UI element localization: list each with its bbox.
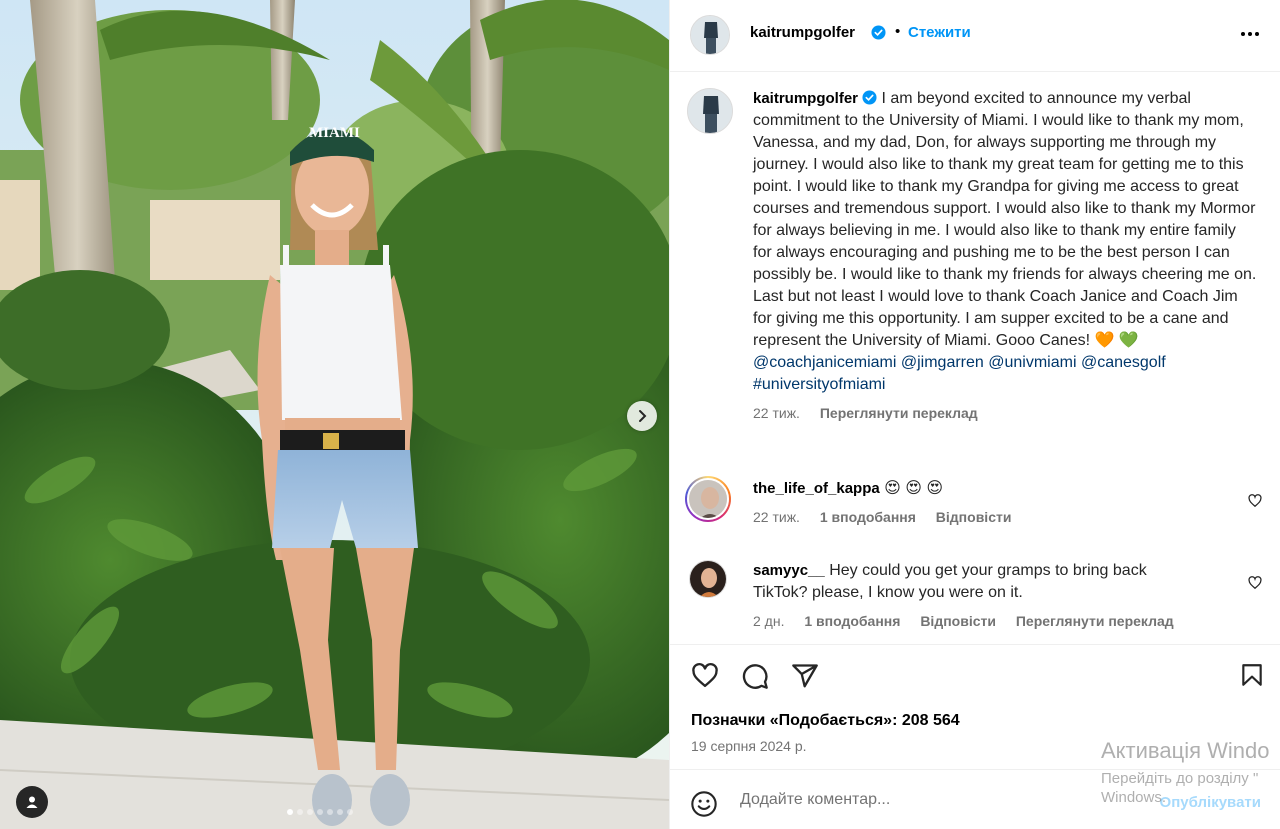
caption-username[interactable]: kaitrumpgolfer [753, 90, 858, 107]
media-dot [317, 809, 323, 815]
media-dot [347, 809, 353, 815]
mention-link[interactable]: @univmiami [988, 354, 1076, 371]
author-username[interactable]: kaitrumpgolfer [750, 24, 855, 41]
comment-bubble-icon [742, 664, 768, 689]
media-dot [307, 809, 313, 815]
caption-age[interactable]: 22 тиж. [753, 405, 800, 421]
comment-meta: 22 тиж. 1 вподобання Відповісти [753, 506, 1203, 528]
caption-author-avatar[interactable] [687, 88, 733, 134]
verified-badge-icon [871, 25, 886, 40]
media-dot [337, 809, 343, 815]
action-bar [690, 661, 820, 691]
comment-meta: 2 дн. 1 вподобання Відповісти Переглянут… [753, 610, 1203, 632]
add-comment-bar: Опублікувати [670, 769, 1280, 829]
post-comment-button[interactable]: Опублікувати [1160, 794, 1261, 811]
chevron-right-icon [639, 410, 647, 422]
comment-heart-icon[interactable] [1248, 494, 1262, 508]
share-paper-plane-icon [792, 664, 818, 688]
more-horizontal-icon[interactable] [1240, 24, 1260, 44]
avatar-photo [688, 89, 732, 133]
bookmark-icon [1242, 664, 1262, 686]
share-button[interactable] [790, 661, 820, 691]
verified-badge-icon [862, 90, 877, 105]
post-header: kaitrumpgolfer • Стежити [670, 0, 1280, 72]
reply-button[interactable]: Відповісти [920, 613, 996, 629]
tagged-users-button[interactable] [16, 786, 48, 818]
mention-link[interactable]: @canesgolf [1081, 354, 1166, 371]
heart-icon [692, 662, 718, 688]
avatar-photo [691, 16, 729, 54]
cap-logo-text: MIAMI [309, 125, 360, 141]
media-pagination-dots [287, 809, 353, 815]
see-translation-button[interactable]: Переглянути переклад [820, 405, 978, 421]
post-date[interactable]: 19 серпня 2024 р. [691, 738, 807, 754]
comment-age[interactable]: 2 дн. [753, 613, 784, 629]
see-translation-button[interactable]: Переглянути переклад [1016, 613, 1174, 629]
comment-item: the_life_of_kappa 😍 😍 😍 22 тиж. 1 вподоб… [685, 476, 1262, 528]
avatar-photo [689, 480, 727, 518]
media-dot [297, 809, 303, 815]
comment-item: samyyc__ Hey could you get your gramps t… [687, 560, 1262, 632]
post-caption: kaitrumpgolfer I am beyond excited to an… [687, 88, 1257, 424]
user-tag-icon [26, 796, 38, 808]
commenter-username[interactable]: the_life_of_kappa [753, 480, 880, 497]
post-side-panel: kaitrumpgolfer • Стежити kaitrumpgolfer … [669, 0, 1280, 829]
save-button[interactable] [1239, 661, 1265, 694]
smiley-icon[interactable] [690, 790, 718, 818]
post-media[interactable]: MIAMI [0, 0, 669, 829]
comment-age[interactable]: 22 тиж. [753, 509, 800, 525]
caption-meta: 22 тиж. Переглянути переклад [753, 402, 1257, 424]
hashtag-link[interactable]: #universityofmiami [753, 376, 885, 393]
mention-link[interactable]: @jimgarren [901, 354, 984, 371]
media-dot [327, 809, 333, 815]
likes-count[interactable]: Позначки «Подобається»: 208 564 [691, 712, 960, 730]
avatar-photo [690, 561, 726, 597]
comment-text: 😍 😍 😍 [884, 480, 944, 497]
post-actions-section: Позначки «Подобається»: 208 564 19 серпн… [670, 644, 1280, 769]
follow-button[interactable]: Стежити [908, 24, 971, 41]
comment-likes[interactable]: 1 вподобання [804, 613, 900, 629]
next-media-button[interactable] [627, 401, 657, 431]
story-ring[interactable] [685, 476, 731, 522]
author-avatar[interactable] [690, 15, 730, 55]
commenter-avatar[interactable] [687, 478, 729, 520]
caption-text: I am beyond excited to announce my verba… [753, 90, 1257, 349]
like-button[interactable] [690, 661, 720, 691]
header-separator: • [895, 23, 901, 40]
mention-link[interactable]: @coachjanicemiami [753, 354, 896, 371]
commenter-username[interactable]: samyyc__ [753, 562, 825, 579]
commenter-avatar[interactable] [689, 560, 727, 598]
post-photo: MIAMI [0, 0, 669, 829]
comment-heart-icon[interactable] [1248, 576, 1262, 590]
comment-likes[interactable]: 1 вподобання [820, 509, 916, 525]
comment-input[interactable] [740, 786, 1140, 814]
media-dot [287, 809, 293, 815]
comment-button[interactable] [740, 661, 770, 691]
reply-button[interactable]: Відповісти [936, 509, 1012, 525]
